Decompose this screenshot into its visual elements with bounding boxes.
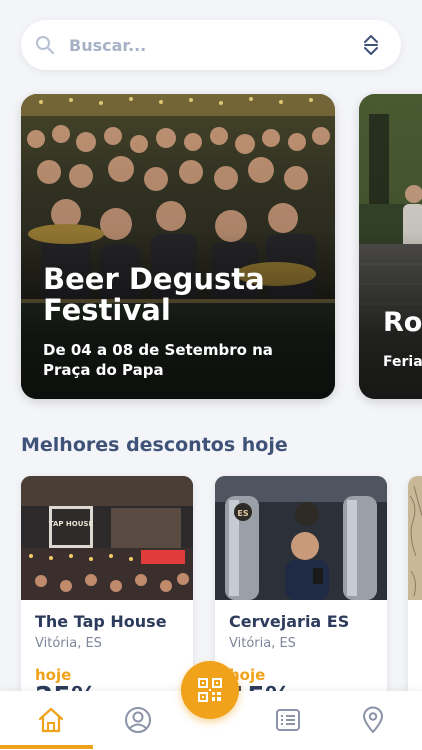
profile-icon (125, 707, 151, 733)
nav-list[interactable] (273, 705, 303, 735)
home-icon (38, 707, 64, 733)
nav-active-indicator (0, 745, 93, 749)
nav-map[interactable] (358, 705, 388, 735)
place-card-tap-house[interactable]: TAP HOUSE The Tap House Vitória, ES hoje… (21, 476, 193, 716)
place-location: Vitória, ES (35, 636, 102, 651)
search-input[interactable] (69, 30, 349, 60)
event-title: Rot (383, 307, 422, 338)
event-title: Beer Degusta Festival (43, 262, 265, 327)
app-screen: Beer Degusta Festival De 04 a 08 de Sete… (0, 0, 422, 750)
map-pin-icon (363, 706, 383, 733)
place-photo: TAP HOUSE (21, 476, 193, 600)
place-location: Vitória, ES (229, 636, 296, 651)
section-title: Melhores descontos hoje (21, 434, 288, 456)
search-bar[interactable] (21, 20, 401, 70)
tap-house-sign: TAP HOUSE (49, 520, 94, 528)
scan-qr-button[interactable] (181, 661, 239, 719)
place-photo: ES (215, 476, 387, 600)
place-card-cervejaria-es[interactable]: ES Cervejaria ES Vitória, ES hoje 15% (215, 476, 387, 716)
brewery-logo: ES (237, 509, 248, 518)
list-icon (276, 709, 300, 731)
place-card-partial[interactable] (408, 476, 422, 716)
sort-icon[interactable] (361, 34, 381, 56)
event-card-secondary[interactable]: Rot Feria (359, 94, 422, 399)
nav-profile[interactable] (123, 705, 153, 735)
search-icon (36, 36, 54, 54)
qr-code-icon (198, 678, 222, 702)
nav-home[interactable] (36, 705, 66, 735)
place-name: The Tap House (35, 612, 167, 631)
place-photo (408, 476, 422, 600)
event-card-beer-degusta[interactable]: Beer Degusta Festival De 04 a 08 de Sete… (21, 94, 335, 399)
event-subtitle: Feria (383, 354, 422, 370)
event-subtitle: De 04 a 08 de Setembro na Praça do Papa (43, 341, 273, 379)
place-name: Cervejaria ES (229, 612, 350, 631)
